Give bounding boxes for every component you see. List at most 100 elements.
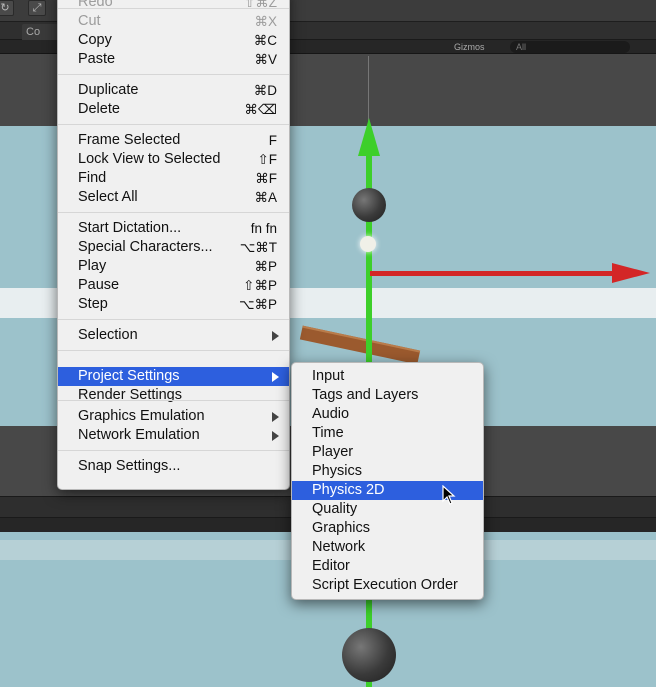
menu-item-label: Graphics Emulation [78,408,205,424]
unity-editor: ↻ ⤢ Co Gizmos All Redo ⇧⌘Z Cut ⌘X Copy ⌘C Past… [0,0,656,687]
menu-item-shortcut: ⌘A [254,190,277,205]
submenu-item-audio[interactable]: Audio [292,405,483,424]
menu-item-shortcut: ⇧F [257,152,277,167]
menu-item-shortcut: ⌥⌘T [239,240,277,255]
submenu-arrow-icon [272,412,279,422]
submenu-item-label: Time [312,425,344,441]
menu-item-label: Snap Settings... [78,458,181,474]
submenu-item-label: Physics [312,463,362,479]
menu-separator [58,212,289,213]
submenu-item-player[interactable]: Player [292,443,483,462]
menu-item-shortcut: ⇧⌘Z [243,0,277,10]
submenu-item-label: Audio [312,406,350,422]
menu-separator [58,74,289,75]
menu-item-shortcut: fn fn [250,221,277,236]
menu-item-label: Frame Selected [78,132,181,148]
menu-item-special-characters[interactable]: Special Characters... ⌥⌘T [58,238,289,257]
submenu-item-label: Script Execution Order [312,577,458,593]
submenu-item-label: Graphics [312,520,371,536]
bomb-sprite [352,188,386,222]
menu-item-shortcut: ⌥⌘P [238,297,277,312]
submenu-item-graphics[interactable]: Graphics [292,519,483,538]
menu-item-label: Duplicate [78,82,139,98]
menu-item-shortcut: ⇧⌘P [243,278,277,293]
menu-item-duplicate[interactable]: Duplicate ⌘D [58,81,289,100]
submenu-arrow-icon [272,331,279,341]
gizmos-dropdown[interactable]: Gizmos [454,40,485,54]
menu-item-label: Copy [78,32,112,48]
menu-item-shortcut: ⌘⌫ [244,102,277,117]
menu-item-find[interactable]: Find ⌘F [58,169,289,188]
submenu-item-label: Network [312,539,366,555]
menu-item-lock-view-to-selected[interactable]: Lock View to Selected ⇧F [58,150,289,169]
menu-item-label: Start Dictation... [78,220,182,236]
menu-item-select-all[interactable]: Select All ⌘A [58,188,289,207]
menu-item-render-settings[interactable]: Render Settings [58,386,289,405]
menu-item-label: Play [78,258,107,274]
menu-item-paste[interactable]: Paste ⌘V [58,50,289,69]
menu-item-label: Paste [78,51,116,67]
menu-item-label: Network Emulation [78,427,200,443]
project-settings-submenu: Input Tags and Layers Audio Time Player Physi… [291,362,484,600]
menu-item-network-emulation[interactable]: Network Emulation [58,426,289,445]
y-axis-arrow-icon[interactable] [358,118,380,156]
menu-separator [58,350,289,351]
refresh-icon[interactable]: ↻ [0,0,14,16]
menu-item-start-dictation[interactable]: Start Dictation... fn fn [58,219,289,238]
edit-menu: Redo ⇧⌘Z Cut ⌘X Copy ⌘C Paste ⌘V Duplicate ⌘D Dele… [57,0,290,490]
scene-search-input[interactable]: All [510,41,630,53]
menu-separator [58,124,289,125]
tab-label: Co [26,26,41,38]
menu-item-shortcut: ⌘P [254,259,277,274]
submenu-item-editor[interactable]: Editor [292,557,483,576]
menu-item-shortcut: ⌘C [253,33,277,48]
menu-item-cut: Cut ⌘X [58,12,289,31]
gizmo-guide-line [368,56,369,126]
submenu-item-label: Physics 2D [312,482,385,498]
bomb-sprite-game-view [342,628,396,682]
menu-separator [58,450,289,451]
scale-tool-icon[interactable]: ⤢ [28,0,46,16]
menu-item-shortcut: ⌘D [253,83,277,98]
menu-item-frame-selected[interactable]: Frame Selected F [58,131,289,150]
submenu-item-network[interactable]: Network [292,538,483,557]
menu-item-label: Delete [78,101,120,117]
submenu-arrow-icon [272,431,279,441]
menu-item-play[interactable]: Play ⌘P [58,257,289,276]
menu-item-pause[interactable]: Pause ⇧⌘P [58,276,289,295]
submenu-item-label: Quality [312,501,358,517]
menu-item-graphics-emulation[interactable]: Graphics Emulation [58,407,289,426]
search-placeholder: All [516,42,527,52]
menu-item-delete[interactable]: Delete ⌘⌫ [58,100,289,119]
x-axis-arrow-icon[interactable] [612,263,650,283]
submenu-item-input[interactable]: Input [292,367,483,386]
x-axis-handle[interactable] [370,271,620,276]
menu-item-shortcut: ⌘V [254,52,277,67]
submenu-item-script-execution-order[interactable]: Script Execution Order [292,576,483,595]
menu-item-label: Pause [78,277,120,293]
menu-item-shortcut: F [268,133,277,148]
menu-item-label: Render Settings [78,387,182,403]
menu-item-label: Cut [78,13,101,29]
menu-item-snap-settings[interactable]: Snap Settings... [58,457,289,476]
submenu-item-time[interactable]: Time [292,424,483,443]
menu-item-project-settings[interactable]: Project Settings [58,367,289,386]
submenu-item-physics[interactable]: Physics [292,462,483,481]
menu-item-label: Select All [78,189,138,205]
menu-item-label: Project Settings [78,368,180,384]
submenu-item-label: Player [312,444,354,460]
menu-item-label: Step [78,296,108,312]
mouse-cursor-icon [442,485,456,505]
menu-item-selection[interactable]: Selection [58,326,289,345]
menu-item-redo: Redo ⇧⌘Z [58,0,289,12]
menu-item-label: Redo [78,0,113,10]
menu-item-step[interactable]: Step ⌥⌘P [58,295,289,314]
menu-separator [58,400,289,401]
menu-item-label: Selection [78,327,138,343]
submenu-item-tags-and-layers[interactable]: Tags and Layers [292,386,483,405]
menu-item-label: Special Characters... [78,239,213,255]
menu-separator [58,8,289,9]
submenu-item-label: Input [312,368,345,384]
menu-item-copy[interactable]: Copy ⌘C [58,31,289,50]
submenu-item-label: Editor [312,558,350,574]
